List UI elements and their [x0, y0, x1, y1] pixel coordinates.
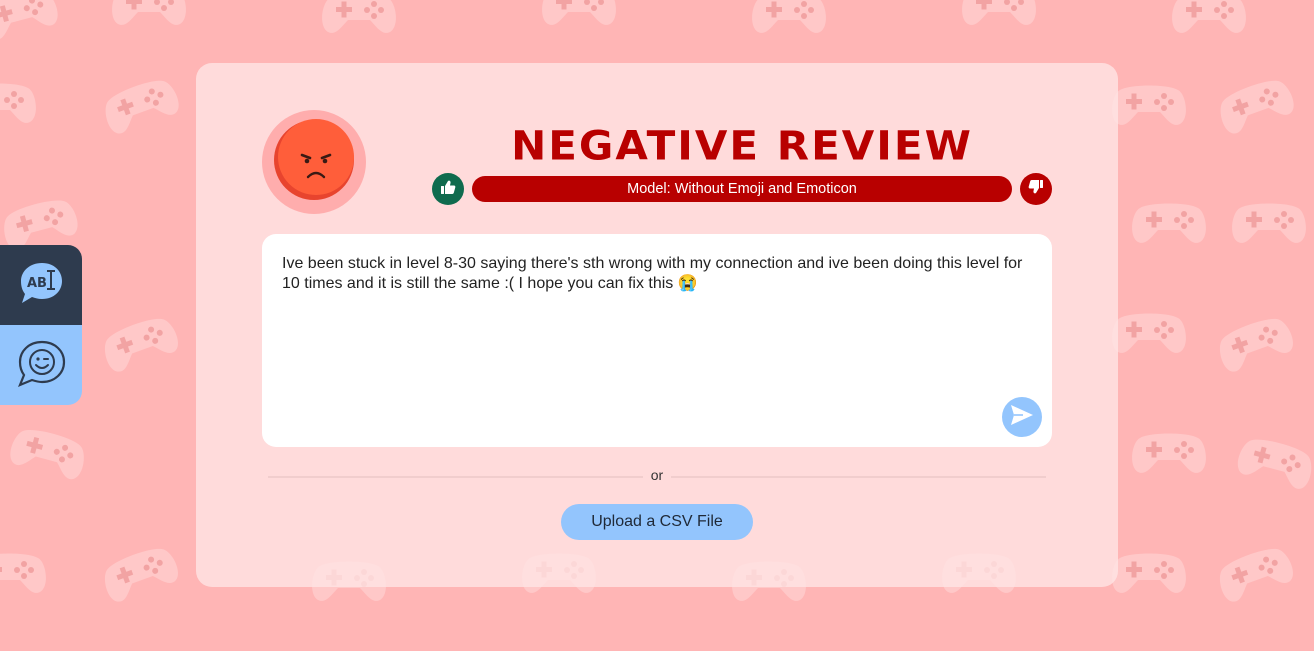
text-mode-button[interactable]: AB	[0, 245, 82, 325]
divider-label: or	[650, 467, 664, 483]
mode-side-rail: AB	[0, 245, 82, 405]
thumbs-up-icon	[440, 179, 456, 199]
thumbs-down-icon	[1028, 179, 1044, 199]
model-label: Model: Without Emoji and Emoticon	[472, 176, 1012, 202]
upload-csv-button[interactable]: Upload a CSV File	[561, 504, 753, 540]
send-button[interactable]	[1002, 397, 1042, 437]
result-title: Negative Review	[511, 122, 973, 169]
thumbs-down-button[interactable]	[1020, 173, 1052, 205]
send-icon	[1010, 404, 1034, 430]
emoji-mode-button[interactable]	[0, 325, 82, 405]
review-textarea[interactable]: Ive been stuck in level 8-30 saying ther…	[262, 234, 1052, 447]
svg-text:AB: AB	[27, 276, 47, 291]
sentiment-face	[262, 110, 366, 214]
review-text[interactable]: Ive been stuck in level 8-30 saying ther…	[282, 254, 1027, 294]
thumbs-up-button[interactable]	[432, 173, 464, 205]
angry-face-icon	[273, 119, 355, 205]
emoji-bubble-icon	[14, 338, 68, 392]
divider-line-right	[671, 476, 1046, 478]
text-bubble-icon: AB	[16, 259, 66, 311]
model-row: Model: Without Emoji and Emoticon	[432, 173, 1052, 205]
analysis-card: Negative Review Model: Without Emoji and…	[196, 63, 1118, 587]
or-divider: or	[268, 467, 1046, 485]
